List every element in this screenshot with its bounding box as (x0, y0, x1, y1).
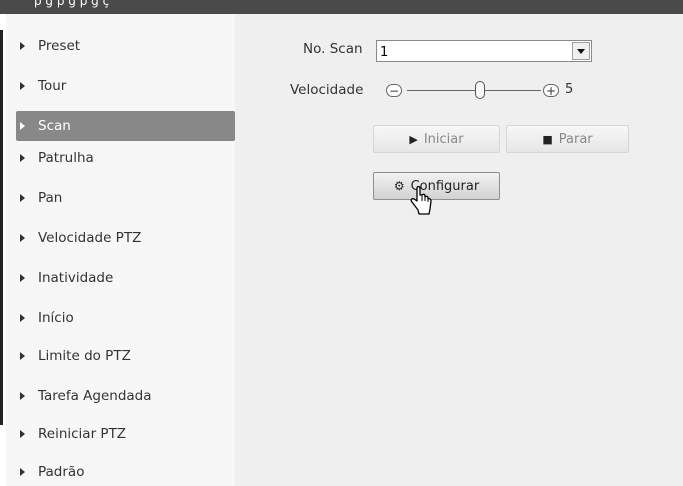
sidebar-item-label: Pan (38, 190, 63, 206)
chevron-right-icon (20, 430, 25, 438)
chevron-right-icon (20, 468, 25, 476)
no-scan-select[interactable]: 1 (376, 40, 592, 62)
configurar-button[interactable]: ⚙ Configurar (373, 172, 500, 200)
top-bar: p g p g p g ç (0, 0, 683, 14)
iniciar-label: Iniciar (423, 131, 464, 147)
speed-slider-track[interactable] (407, 90, 541, 91)
chevron-right-icon (20, 234, 25, 242)
play-icon: ▶ (409, 132, 418, 146)
sidebar-item-inatividade[interactable]: Inatividade (10, 263, 235, 293)
chevron-down-icon[interactable] (572, 42, 590, 60)
no-scan-label: No. Scan (303, 41, 363, 57)
sidebar-item-label: Início (38, 310, 74, 326)
sidebar-item-pan[interactable]: Pan (10, 183, 235, 213)
sidebar-item-label: Padrão (38, 464, 85, 480)
parar-label: Parar (558, 131, 593, 147)
chevron-right-icon (20, 154, 25, 162)
sidebar-item-label: Tour (38, 78, 67, 94)
chevron-right-icon (20, 122, 25, 130)
sidebar-item-inicio[interactable]: Início (10, 303, 235, 333)
no-scan-value: 1 (380, 45, 389, 60)
gear-icon: ⚙ (393, 179, 405, 193)
chevron-right-icon (20, 42, 25, 50)
sidebar-item-label: Reiniciar PTZ (38, 426, 127, 442)
chevron-right-icon (20, 314, 25, 322)
chevron-right-icon (20, 392, 25, 400)
sidebar-item-tour[interactable]: Tour (10, 71, 235, 101)
sidebar-item-padrao[interactable]: Padrão (10, 457, 235, 486)
speed-decrease-button[interactable]: − (386, 84, 402, 97)
sidebar-item-label: Scan (38, 118, 71, 134)
sidebar-item-reiniciar-ptz[interactable]: Reiniciar PTZ (10, 419, 235, 449)
iniciar-button[interactable]: ▶ Iniciar (373, 125, 500, 153)
sidebar-item-label: Limite do PTZ (38, 348, 131, 364)
speed-value: 5 (565, 82, 574, 97)
chevron-right-icon (20, 82, 25, 90)
hand-pointer-icon (410, 186, 432, 215)
chevron-right-icon (20, 194, 25, 202)
sidebar-item-tarefa-agendada[interactable]: Tarefa Agendada (10, 381, 235, 411)
speed-slider-thumb[interactable] (475, 81, 485, 99)
speed-increase-button[interactable]: + (543, 84, 559, 97)
chevron-right-icon (20, 274, 25, 282)
sidebar-item-label: Preset (38, 38, 81, 54)
sidebar-item-velocidade-ptz[interactable]: Velocidade PTZ (10, 223, 235, 253)
top-bar-text: p g p g p g ç (34, 0, 110, 8)
sidebar-item-patrulha[interactable]: Patrulha (10, 143, 235, 173)
stop-icon: ■ (542, 132, 553, 146)
sidebar-item-label: Patrulha (38, 150, 94, 166)
left-border (0, 30, 3, 425)
sidebar-item-limite-do-ptz[interactable]: Limite do PTZ (10, 341, 235, 371)
sidebar-item-label: Tarefa Agendada (38, 388, 152, 404)
parar-button[interactable]: ■ Parar (506, 125, 629, 153)
sidebar-item-scan[interactable]: Scan (16, 111, 235, 141)
sidebar-item-label: Velocidade PTZ (38, 230, 142, 246)
sidebar-item-label: Inatividade (38, 270, 114, 286)
velocidade-label: Velocidade (290, 82, 364, 98)
chevron-right-icon (20, 352, 25, 360)
sidebar-item-preset[interactable]: Preset (10, 31, 235, 61)
